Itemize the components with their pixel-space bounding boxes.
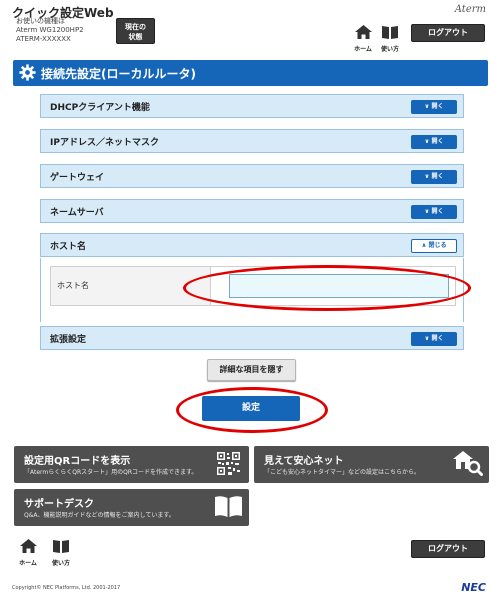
open-label: 開く [431, 208, 444, 215]
nec-logo: NEC [461, 581, 486, 594]
footer-home-label: ホーム [19, 560, 37, 567]
open-button[interactable]: ∨ 開く [411, 135, 457, 149]
support-desk-card[interactable]: サポートデスク Q&A、機能説明ガイドなどの情報をご案内しています。 [14, 489, 249, 526]
home-icon [354, 25, 372, 39]
close-button[interactable]: ∧ 閉じる [411, 239, 457, 253]
help-nav[interactable]: 使い方 [378, 24, 402, 53]
accordion-label: DHCPクライアント機能 [50, 103, 150, 113]
model-name: Aterm WG1200HP2 [16, 26, 84, 34]
qr-card-title: 設定用QRコードを表示 [24, 456, 131, 467]
open-button[interactable]: ∨ 開く [411, 205, 457, 219]
close-label: 閉じる [428, 242, 447, 249]
current-status-button[interactable]: 現在の 状態 [116, 18, 155, 44]
open-label: 開く [431, 103, 444, 110]
home-icon [19, 539, 37, 553]
safe-card-title: 見えて安心ネット [264, 456, 344, 467]
accordion-extended-settings[interactable]: 拡張設定 ∨ 開く [40, 326, 464, 350]
copyright: Copyright© NEC Platforms, Ltd. 2001-2017 [12, 585, 121, 591]
model-prefix: お使いの機種は [16, 17, 65, 25]
support-card-title: サポートデスク [24, 499, 94, 510]
open-label: 開く [431, 138, 444, 145]
highlight-ellipse [176, 387, 328, 433]
accordion-gateway[interactable]: ゲートウェイ ∨ 開く [40, 164, 464, 188]
safe-card-desc: 「こども安心ネットタイマー」などの設定はこちらから。 [264, 469, 421, 476]
section-header: 接続先設定(ローカルルータ) [13, 60, 488, 86]
home-search-icon [453, 451, 483, 476]
footer-help-nav[interactable]: 使い方 [49, 538, 73, 567]
header: クイック設定Web お使いの機種は Aterm WG1200HP2 ATERM-… [0, 0, 500, 54]
safe-net-card[interactable]: 見えて安心ネット 「こども安心ネットタイマー」などの設定はこちらから。 [254, 446, 489, 483]
accordion-name-server[interactable]: ネームサーバ ∨ 開く [40, 199, 464, 223]
open-label: 開く [431, 173, 444, 180]
qr-code-card[interactable]: 設定用QRコードを表示 「AtermらくらくQRスタート」用のQRコードを作成で… [14, 446, 249, 483]
qr-code-icon [216, 451, 241, 476]
open-button[interactable]: ∨ 開く [411, 332, 457, 346]
accordion-label: IPアドレス／ネットマスク [50, 138, 159, 148]
accordion-ip-address[interactable]: IPアドレス／ネットマスク ∨ 開く [40, 129, 464, 153]
accordion-dhcp-client[interactable]: DHCPクライアント機能 ∨ 開く [40, 94, 464, 118]
accordion-label: 拡張設定 [50, 335, 87, 345]
hide-details-button[interactable]: 詳細な項目を隠す [207, 359, 296, 381]
gear-icon [19, 64, 36, 81]
footer-help-label: 使い方 [51, 560, 70, 567]
accordion-label: ネームサーバ [50, 208, 104, 218]
support-card-desc: Q&A、機能説明ガイドなどの情報をご案内しています。 [24, 512, 175, 519]
status-button-line2: 状態 [128, 33, 143, 41]
help-label: 使い方 [380, 46, 399, 53]
footer-logout-button[interactable]: ログアウト [411, 540, 485, 558]
qr-card-desc: 「AtermらくらくQRスタート」用のQRコードを作成できます。 [24, 469, 198, 476]
open-label: 開く [431, 335, 444, 342]
host-name-label: ホスト名 [57, 281, 89, 290]
book-icon [53, 540, 69, 553]
open-button[interactable]: ∨ 開く [411, 100, 457, 114]
home-nav[interactable]: ホーム [351, 24, 375, 53]
brand-logo: Aterm [454, 4, 486, 15]
open-button[interactable]: ∨ 開く [411, 170, 457, 184]
ssid: ATERM-XXXXXX [16, 35, 71, 43]
highlight-ellipse [183, 265, 471, 311]
logout-button[interactable]: ログアウト [411, 24, 485, 42]
status-button-line1: 現在の [125, 23, 146, 31]
book-icon [215, 496, 242, 517]
accordion-host-name[interactable]: ホスト名 ∧ 閉じる [40, 233, 464, 257]
footer-home-nav[interactable]: ホーム [16, 538, 40, 567]
accordion-label: ホスト名 [50, 242, 87, 252]
section-title: 接続先設定(ローカルルータ) [41, 67, 196, 81]
accordion-label: ゲートウェイ [50, 173, 105, 183]
book-icon [382, 26, 398, 39]
home-label: ホーム [354, 46, 372, 53]
